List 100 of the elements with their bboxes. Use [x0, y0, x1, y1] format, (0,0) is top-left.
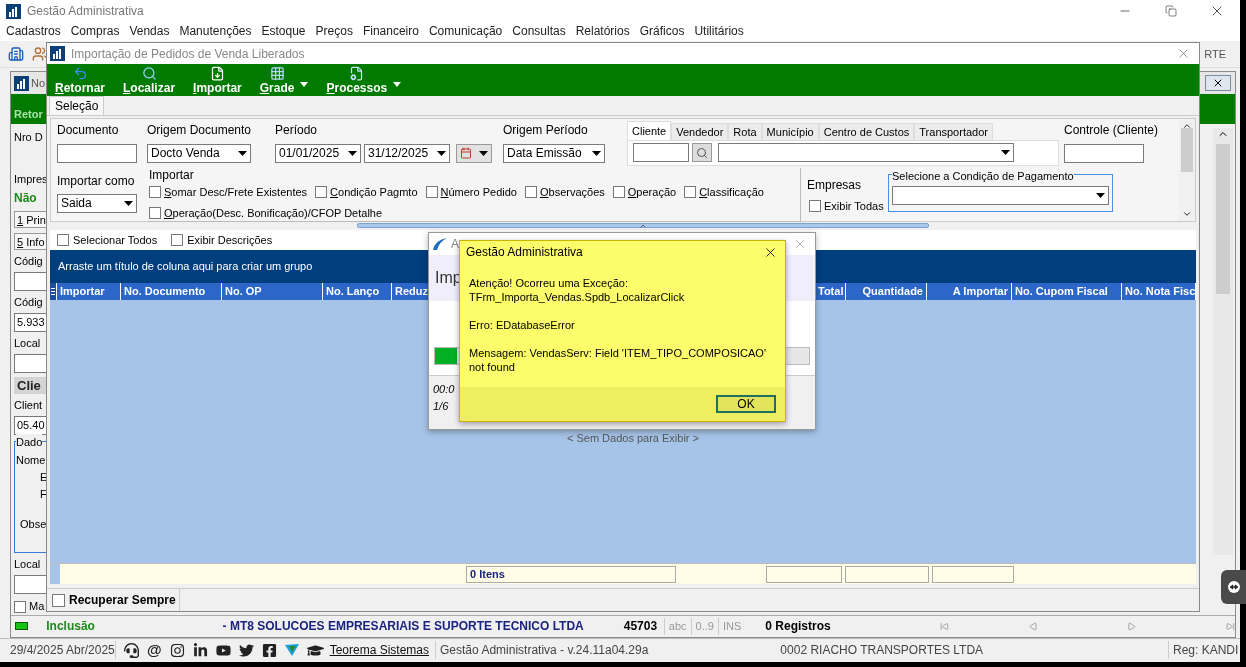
menu-item[interactable]: Relatórios [575, 22, 630, 41]
toolbar-button[interactable]: Localizar [123, 65, 176, 95]
tab[interactable]: 1 Prin [14, 211, 47, 229]
column-header[interactable]: A Importar [927, 282, 1012, 300]
scrollbar[interactable] [1213, 128, 1233, 555]
input-field[interactable] [1064, 143, 1144, 163]
checkbox[interactable] [171, 233, 184, 246]
toolbar-button[interactable]: Grade [259, 65, 309, 95]
tab[interactable]: 5 Info [14, 233, 47, 251]
checkbox[interactable] [612, 185, 625, 198]
mode-text: Inclusão [46, 618, 96, 636]
column-header[interactable]: Importar [57, 282, 121, 300]
column-header[interactable]: No. Documento [121, 282, 222, 300]
tab[interactable]: Vendedor [671, 122, 729, 140]
checkbox[interactable] [315, 185, 328, 198]
checkbox[interactable] [52, 593, 65, 607]
menu-item[interactable]: Cadastros [6, 22, 61, 41]
input-field[interactable] [57, 143, 137, 163]
input-field[interactable] [633, 143, 689, 162]
menu-item[interactable]: Compras [70, 22, 120, 41]
field-label: F [40, 486, 47, 502]
checkbox[interactable] [809, 199, 821, 212]
column-header[interactable]: Quantidade [846, 282, 927, 300]
error-message: Mensagem: VendasServ: Field 'ITEM_TIPO_COMPOSICAO' not found [469, 346, 768, 374]
building-icon[interactable] [8, 45, 24, 62]
menu-item[interactable]: Manutenções [179, 22, 252, 41]
chart-logo-icon [6, 3, 21, 19]
dropdown[interactable]: Docto Venda [147, 143, 251, 163]
linkedin-icon[interactable] [192, 642, 208, 658]
field-label: Impres [14, 172, 47, 187]
scroll-thumb[interactable] [1216, 144, 1230, 295]
section-heading: Clie [14, 377, 47, 395]
column-header[interactable]: No. OP [222, 282, 323, 300]
toolbar-button[interactable]: Processos [326, 65, 402, 95]
checkbox[interactable] [524, 185, 537, 198]
field-label: Client [14, 398, 43, 414]
headset-icon[interactable] [124, 642, 139, 658]
field-label: Período [275, 121, 319, 139]
input-field[interactable]: 5.933 [14, 313, 47, 333]
toolbar-button[interactable]: Retor [14, 105, 43, 123]
menu-item[interactable]: Comunicação [428, 22, 503, 41]
column-chooser-icon[interactable] [50, 282, 57, 300]
menu-item[interactable]: Utilitários [694, 22, 744, 41]
checkbox-label: Operação [627, 184, 677, 200]
checkbox-label: Exibir Descrições [187, 232, 273, 248]
dropdown[interactable]: Data Emissão [503, 143, 605, 163]
error-message: Atenção! Ocorreu uma Exceção: TFrm_Importa_Vendas.Spdb_LocalizarClick [469, 276, 686, 304]
people-icon[interactable] [32, 45, 48, 62]
restore-icon [1165, 5, 1177, 17]
scroll-thumb[interactable] [1181, 127, 1193, 172]
email-icon[interactable]: @ [147, 639, 162, 662]
arrow-logo-icon[interactable] [284, 644, 299, 657]
tab[interactable]: Município [761, 122, 819, 140]
checkbox[interactable] [149, 185, 161, 198]
document-icon [209, 65, 225, 81]
caret-icon [1001, 150, 1010, 155]
tab[interactable]: Cliente [627, 120, 672, 140]
column-header[interactable]: No. Cupom Fiscal [1012, 282, 1122, 300]
input-field[interactable] [14, 575, 47, 595]
dropdown[interactable] [892, 186, 1109, 205]
menu-item[interactable]: Gráficos [639, 22, 685, 41]
field-label: Códig [14, 254, 43, 270]
tab[interactable]: Transportador [914, 122, 993, 140]
menu-item[interactable]: Estoque [261, 22, 306, 41]
menu-item[interactable]: Preços [315, 22, 353, 41]
search-icon [696, 146, 708, 159]
dropdown[interactable] [718, 143, 1014, 162]
column-header[interactable]: No. Lanço [323, 282, 392, 300]
checkbox[interactable] [14, 600, 26, 613]
input-field[interactable] [14, 272, 47, 292]
search-button[interactable] [692, 143, 712, 162]
facebook-icon[interactable] [261, 642, 277, 658]
remote-tab-icon[interactable] [1221, 570, 1246, 604]
dropdown[interactable]: Saida [57, 193, 137, 213]
input-field[interactable] [14, 354, 47, 374]
date-picker[interactable]: 31/12/2025 [364, 143, 450, 163]
toolbar-button[interactable]: Retornar [55, 65, 105, 95]
twitter-icon[interactable] [238, 642, 254, 658]
column-header[interactable]: No. Nota Fisc [1122, 282, 1196, 300]
ok-button[interactable]: OK [716, 395, 776, 413]
splitter-handle[interactable] [357, 223, 929, 229]
caret-icon [124, 200, 133, 206]
menu-item[interactable]: Vendas [129, 22, 170, 41]
menu-item[interactable]: Financeiro [362, 22, 419, 41]
search-icon [141, 65, 157, 81]
toolbar-button[interactable]: Importar [193, 65, 242, 95]
instagram-icon[interactable] [169, 642, 185, 658]
tab[interactable]: Rota [728, 122, 762, 140]
tab[interactable]: Centro de Custos [818, 122, 915, 140]
calendar-button[interactable] [456, 143, 492, 163]
checkbox[interactable] [149, 207, 161, 220]
indicator-text: abc [663, 618, 691, 635]
scrollbar[interactable] [1179, 118, 1195, 221]
website-link[interactable]: Teorema Sistemas [329, 641, 429, 660]
menu-item[interactable]: Consultas [512, 22, 566, 41]
checkbox[interactable] [425, 185, 438, 198]
close-button[interactable] [1205, 75, 1231, 92]
checkbox[interactable] [684, 185, 697, 198]
date-picker[interactable]: 01/01/2025 [275, 143, 361, 163]
checkbox[interactable] [57, 233, 69, 246]
